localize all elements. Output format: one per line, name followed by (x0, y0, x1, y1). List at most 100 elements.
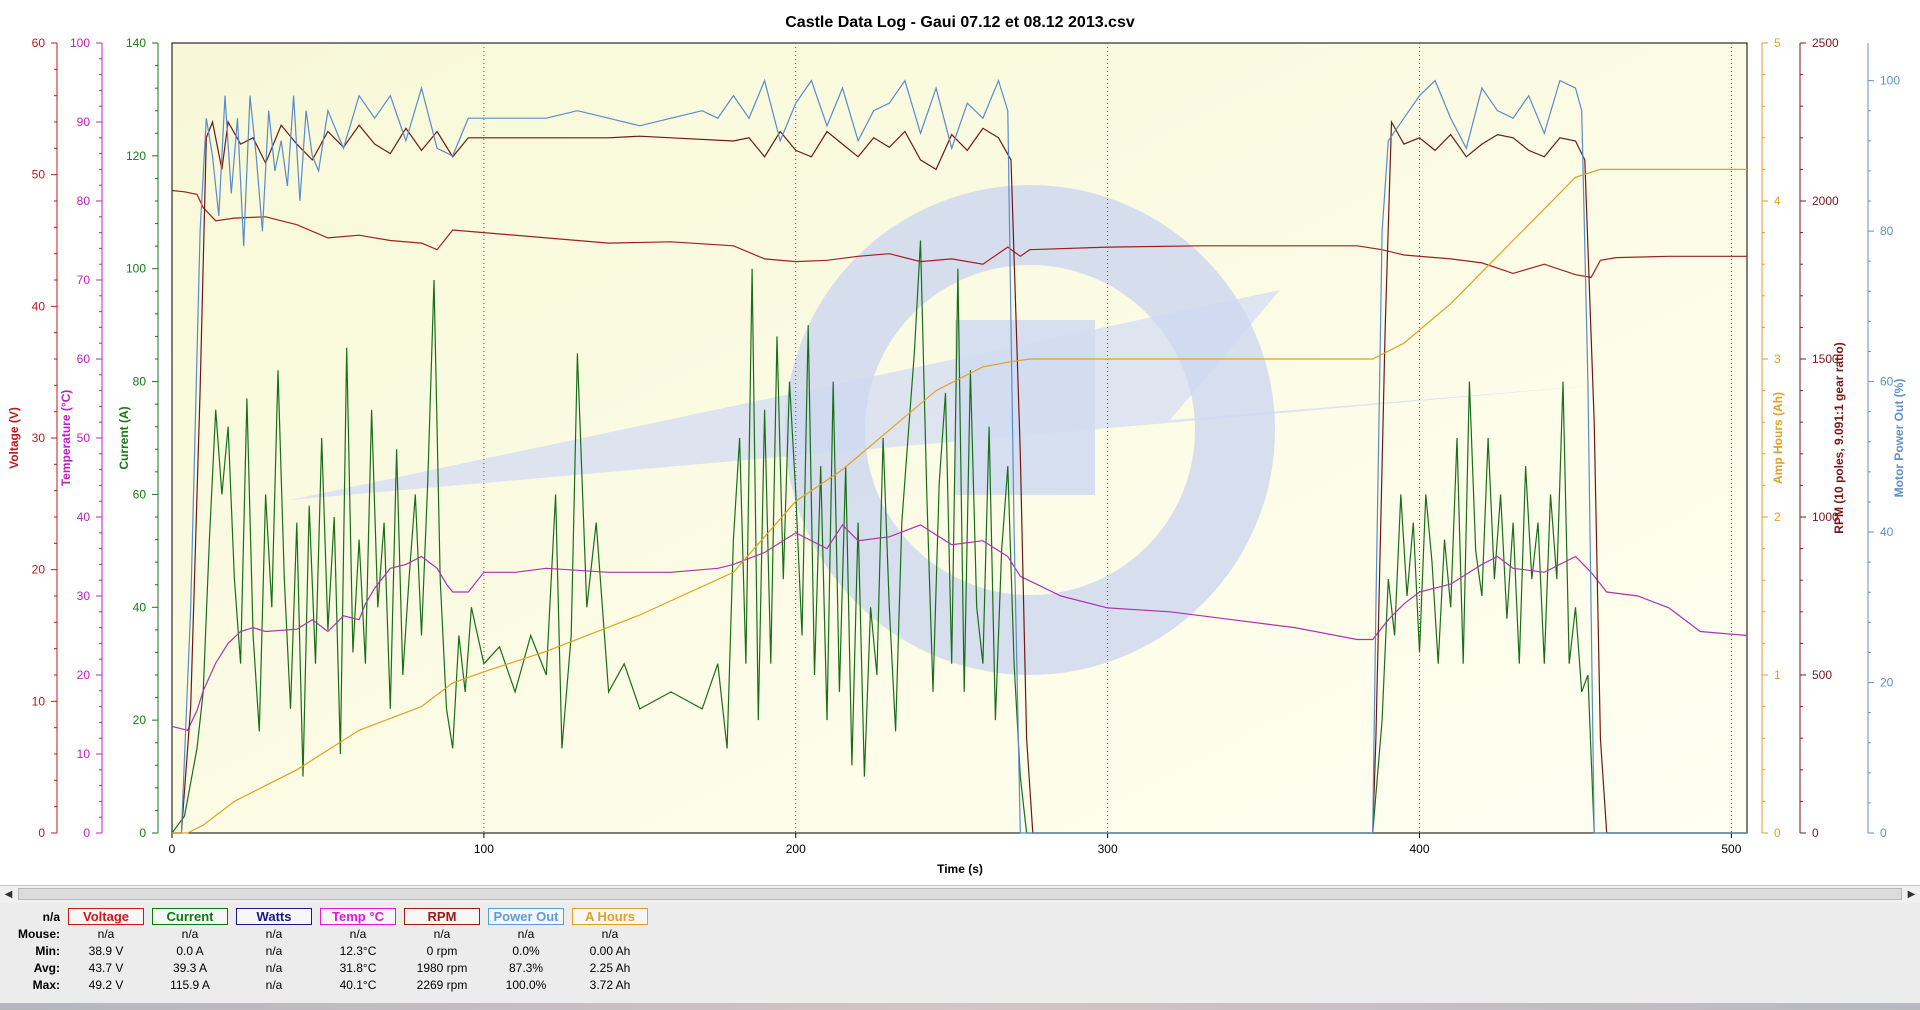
y-axis-title: Temperature (°C) (59, 390, 73, 487)
x-axis-title: Time (s) (937, 862, 983, 876)
y-tick-label: 500 (1812, 668, 1832, 682)
y-tick-label: 1 (1774, 668, 1781, 682)
row-label: Mouse: (18, 926, 60, 941)
y-axis-title: RPM (10 poles, 9.091:1 gear ratio) (1832, 342, 1846, 533)
y-tick-label: 40 (1880, 525, 1894, 539)
stat-cell: n/a (517, 926, 535, 941)
legend-header-row: n/a Voltage Current Watts Temp °C RPM Po… (8, 908, 652, 925)
y-tick-label: 80 (77, 194, 91, 208)
stat-cell: 31.8°C (339, 960, 377, 975)
stat-cell: 39.3 A (172, 960, 208, 975)
y-tick-label: 2500 (1812, 36, 1839, 50)
chart-title: Castle Data Log - Gaui 07.12 et 08.12 20… (785, 14, 1135, 31)
stat-cell: n/a (349, 926, 367, 941)
y-tick-label: 100 (1880, 74, 1900, 88)
stats-row-avg: Avg: 43.7 V 39.3 A n/a 31.8°C 1980 rpm 8… (8, 959, 652, 976)
stats-table: n/a Voltage Current Watts Temp °C RPM Po… (8, 908, 652, 993)
y-tick-label: 80 (1880, 224, 1894, 238)
y-tick-label: 50 (77, 431, 91, 445)
stat-cell: n/a (601, 926, 619, 941)
stat-cell: n/a (265, 926, 283, 941)
stat-cell: 3.72 Ah (589, 977, 631, 992)
y-tick-label: 100 (70, 36, 90, 50)
stat-cell: n/a (181, 926, 199, 941)
y-axis-title: Amp Hours (Ah) (1771, 392, 1785, 484)
y-tick-label: 60 (133, 487, 147, 501)
y-tick-label: 80 (133, 375, 147, 389)
y-tick-label: 120 (126, 149, 146, 163)
stat-cell: 0.0 A (176, 943, 204, 958)
y-tick-label: 0 (1774, 826, 1781, 840)
taskbar (0, 1003, 1920, 1010)
scroll-thumb[interactable] (18, 888, 1902, 900)
stat-cell: 2269 rpm (416, 977, 468, 992)
stat-cell: 2.25 Ah (589, 960, 631, 975)
y-axis-title: Current (A) (117, 406, 131, 469)
x-tick-label: 200 (786, 842, 806, 856)
legend-amp-hours[interactable]: A Hours (572, 908, 648, 925)
stat-cell: 38.9 V (88, 943, 124, 958)
y-tick-label: 50 (32, 168, 46, 182)
x-tick-label: 300 (1098, 842, 1118, 856)
stat-cell: 40.1°C (339, 977, 377, 992)
legend-current[interactable]: Current (152, 908, 228, 925)
y-tick-label: 60 (32, 36, 46, 50)
stat-cell: 0 rpm (426, 943, 458, 958)
stat-cell: n/a (265, 977, 283, 992)
legend-voltage[interactable]: Voltage (68, 908, 144, 925)
legend-power-out[interactable]: Power Out (488, 908, 564, 925)
stat-cell: 12.3°C (339, 943, 377, 958)
stat-cell: 0.00 Ah (589, 943, 631, 958)
stat-cell: 49.2 V (88, 977, 124, 992)
stat-cell: n/a (433, 926, 451, 941)
stats-row-mouse: Mouse: n/a n/a n/a n/a n/a n/a n/a (8, 925, 652, 942)
stat-cell: 1980 rpm (416, 960, 468, 975)
stats-row-min: Min: 38.9 V 0.0 A n/a 12.3°C 0 rpm 0.0% … (8, 942, 652, 959)
row-label: Min: (35, 943, 60, 958)
y-tick-label: 140 (126, 36, 146, 50)
watermark-tower (955, 320, 1095, 495)
y-tick-label: 60 (77, 352, 91, 366)
y-axis-title: Voltage (V) (7, 407, 21, 469)
y-tick-label: 20 (77, 668, 91, 682)
y-tick-label: 0 (83, 826, 90, 840)
stat-cell: n/a (97, 926, 115, 941)
legend-temp[interactable]: Temp °C (320, 908, 396, 925)
legend-watts[interactable]: Watts (236, 908, 312, 925)
y-tick-label: 70 (77, 273, 91, 287)
chart: Castle Data Log - Gaui 07.12 et 08.12 20… (7, 14, 1906, 876)
y-tick-label: 30 (77, 589, 91, 603)
y-tick-label: 2 (1774, 510, 1781, 524)
legend-rpm[interactable]: RPM (404, 908, 480, 925)
stat-cell: n/a (265, 943, 283, 958)
y-tick-label: 40 (32, 299, 46, 313)
y-tick-label: 0 (38, 826, 45, 840)
x-tick-label: 500 (1721, 842, 1741, 856)
y-tick-label: 30 (32, 431, 46, 445)
y-tick-label: 20 (133, 713, 147, 727)
na-label: n/a (42, 909, 60, 924)
stat-cell: 87.3% (508, 960, 544, 975)
stat-cell: 100.0% (505, 977, 547, 992)
y-tick-label: 10 (32, 694, 46, 708)
y-tick-label: 2000 (1812, 194, 1839, 208)
y-tick-label: 0 (1812, 826, 1819, 840)
y-tick-label: 100 (126, 262, 146, 276)
y-tick-label: 0 (139, 826, 146, 840)
y-tick-label: 3 (1774, 352, 1781, 366)
y-tick-label: 10 (77, 747, 91, 761)
y-axis-title: Motor Power Out (%) (1892, 379, 1906, 498)
stat-cell: 0.0% (512, 943, 540, 958)
y-tick-label: 20 (1880, 676, 1894, 690)
stat-cell: n/a (265, 960, 283, 975)
stats-row-max: Max: 49.2 V 115.9 A n/a 40.1°C 2269 rpm … (8, 976, 652, 993)
stat-cell: 43.7 V (88, 960, 124, 975)
row-label: Max: (32, 977, 60, 992)
scroll-left-icon[interactable]: ◀ (0, 886, 17, 903)
y-tick-label: 5 (1774, 36, 1781, 50)
x-tick-label: 400 (1410, 842, 1430, 856)
horizontal-scrollbar[interactable]: ◀ ▶ (0, 885, 1920, 904)
x-tick-label: 0 (169, 842, 176, 856)
y-tick-label: 90 (77, 115, 91, 129)
scroll-right-icon[interactable]: ▶ (1903, 886, 1920, 903)
